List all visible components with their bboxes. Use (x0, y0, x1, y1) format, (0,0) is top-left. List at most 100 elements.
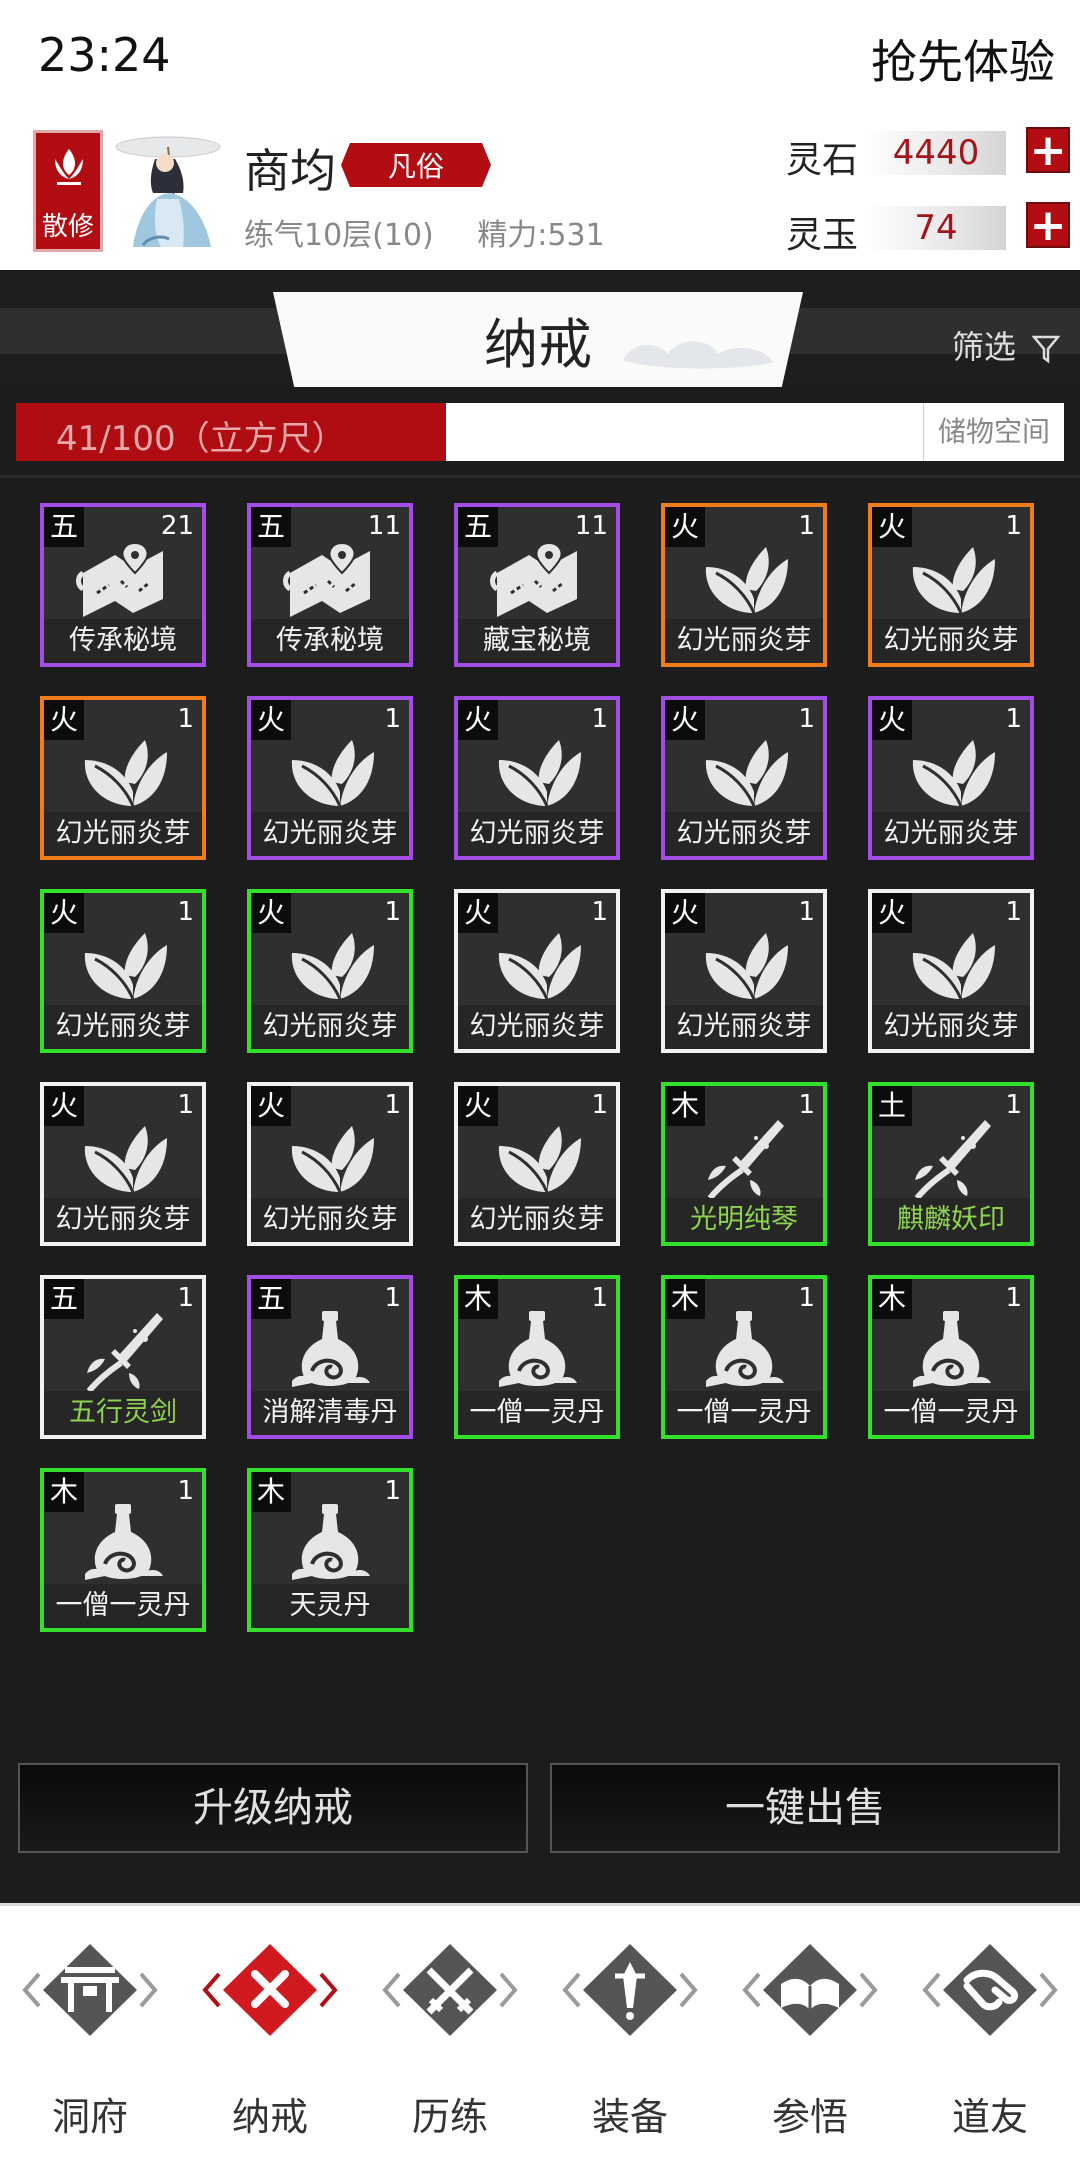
leaf-icon (75, 730, 171, 814)
item-quantity: 1 (384, 1090, 401, 1120)
inventory-item[interactable]: 五 1 消解清毒丹 (247, 1275, 413, 1439)
leaf-icon (489, 1116, 585, 1200)
item-quantity: 1 (1005, 1090, 1022, 1120)
item-name: 幻光丽炎芽 (251, 1005, 409, 1049)
scroll-map-icon (489, 537, 585, 621)
inventory-item[interactable]: 木 1 一僧一灵丹 (40, 1468, 206, 1632)
item-quantity: 1 (798, 897, 815, 927)
sell-all-button[interactable]: 一键出售 (550, 1763, 1060, 1853)
upgrade-ring-button[interactable]: 升级纳戒 (18, 1763, 528, 1853)
bottom-nav: 洞府 纳戒 历练 装备 参悟 道友 (0, 1903, 1080, 2163)
leaf-icon (696, 730, 792, 814)
inventory-item[interactable]: 火 1 幻光丽炎芽 (661, 889, 827, 1053)
item-quantity: 1 (798, 1283, 815, 1313)
nav-label: 纳戒 (231, 2095, 308, 2139)
leaf-icon (903, 537, 999, 621)
inventory-grid: 五 21 传承秘境五 11 传承秘境五 11 藏宝秘境火 1 幻光丽炎芽火 1 幻光丽炎芽火 1 幻光丽… (0, 0, 1080, 1700)
inventory-item[interactable]: 五 21 传承秘境 (40, 503, 206, 667)
inventory-item[interactable]: 火 1 幻光丽炎芽 (868, 889, 1034, 1053)
inventory-item[interactable]: 木 1 一僧一灵丹 (661, 1275, 827, 1439)
inventory-item[interactable]: 火 1 幻光丽炎芽 (454, 1082, 620, 1246)
gate-icon (22, 1944, 158, 2036)
item-name: 一僧一灵丹 (44, 1584, 202, 1628)
item-quantity: 1 (384, 704, 401, 734)
inventory-item[interactable]: 木 1 光明纯琴 (661, 1082, 827, 1246)
item-name: 幻光丽炎芽 (458, 1005, 616, 1049)
inventory-item[interactable]: 火 1 幻光丽炎芽 (247, 889, 413, 1053)
inventory-item[interactable]: 火 1 幻光丽炎芽 (247, 1082, 413, 1246)
inventory-item[interactable]: 火 1 幻光丽炎芽 (40, 1082, 206, 1246)
nav-item[interactable]: 洞府 (0, 1906, 180, 2163)
item-quantity: 1 (177, 1283, 194, 1313)
item-quantity: 1 (591, 1283, 608, 1313)
item-name: 天灵丹 (251, 1584, 409, 1628)
nav-label: 装备 (591, 2095, 668, 2139)
item-quantity: 1 (384, 1283, 401, 1313)
item-name: 五行灵剑 (44, 1391, 202, 1435)
inventory-item[interactable]: 火 1 幻光丽炎芽 (454, 889, 620, 1053)
nav-item[interactable]: 参悟 (720, 1906, 900, 2163)
nav-item[interactable]: 历练 (360, 1906, 540, 2163)
leaf-icon (489, 923, 585, 1007)
crossed-swords-icon (382, 1944, 518, 2036)
artifact-icon (75, 1309, 171, 1393)
item-quantity: 1 (1005, 897, 1022, 927)
inventory-item[interactable]: 木 1 天灵丹 (247, 1468, 413, 1632)
item-name: 幻光丽炎芽 (44, 1198, 202, 1242)
item-name: 消解清毒丹 (251, 1391, 409, 1435)
open-book-icon (742, 1944, 878, 2036)
item-name: 幻光丽炎芽 (44, 1005, 202, 1049)
item-quantity: 1 (798, 1090, 815, 1120)
item-name: 幻光丽炎芽 (458, 1198, 616, 1242)
item-quantity: 1 (177, 897, 194, 927)
dagger-icon (562, 1944, 698, 2036)
item-quantity: 1 (1005, 704, 1022, 734)
inventory-item[interactable]: 火 1 幻光丽炎芽 (454, 696, 620, 860)
item-quantity: 1 (591, 897, 608, 927)
inventory-item[interactable]: 火 1 幻光丽炎芽 (247, 696, 413, 860)
nav-label: 历练 (411, 2095, 488, 2139)
gourd-icon (903, 1309, 999, 1393)
nav-item[interactable]: 道友 (900, 1906, 1080, 2163)
nav-item[interactable]: 装备 (540, 1906, 720, 2163)
leaf-icon (696, 537, 792, 621)
close-x-icon (202, 1944, 338, 2036)
inventory-item[interactable]: 火 1 幻光丽炎芽 (40, 696, 206, 860)
inventory-item[interactable]: 火 1 幻光丽炎芽 (868, 696, 1034, 860)
inventory-item[interactable]: 火 1 幻光丽炎芽 (661, 503, 827, 667)
nav-label: 洞府 (51, 2095, 128, 2139)
item-quantity: 1 (591, 704, 608, 734)
item-name: 幻光丽炎芽 (872, 1005, 1030, 1049)
item-name: 幻光丽炎芽 (665, 1005, 823, 1049)
item-quantity: 1 (1005, 511, 1022, 541)
item-name: 麒麟妖印 (872, 1198, 1030, 1242)
inventory-item[interactable]: 火 1 幻光丽炎芽 (868, 503, 1034, 667)
leaf-icon (75, 923, 171, 1007)
inventory-item[interactable]: 木 1 一僧一灵丹 (868, 1275, 1034, 1439)
inventory-item[interactable]: 木 1 一僧一灵丹 (454, 1275, 620, 1439)
inventory-item[interactable]: 五 1 五行灵剑 (40, 1275, 206, 1439)
nav-item[interactable]: 纳戒 (180, 1906, 360, 2163)
gourd-icon (75, 1502, 171, 1586)
inventory-item[interactable]: 火 1 幻光丽炎芽 (661, 696, 827, 860)
artifact-icon (903, 1116, 999, 1200)
item-name: 幻光丽炎芽 (251, 812, 409, 856)
item-name: 幻光丽炎芽 (665, 619, 823, 663)
item-quantity: 1 (798, 511, 815, 541)
inventory-item[interactable]: 土 1 麒麟妖印 (868, 1082, 1034, 1246)
item-name: 幻光丽炎芽 (872, 619, 1030, 663)
inventory-item[interactable]: 五 11 藏宝秘境 (454, 503, 620, 667)
leaf-icon (282, 730, 378, 814)
item-quantity: 1 (1005, 1283, 1022, 1313)
nav-label: 参悟 (771, 2095, 848, 2139)
item-name: 一僧一灵丹 (872, 1391, 1030, 1435)
inventory-item[interactable]: 五 11 传承秘境 (247, 503, 413, 667)
item-quantity: 1 (384, 1476, 401, 1506)
item-quantity: 1 (177, 1090, 194, 1120)
leaf-icon (696, 923, 792, 1007)
inventory-item[interactable]: 火 1 幻光丽炎芽 (40, 889, 206, 1053)
item-name: 传承秘境 (251, 619, 409, 663)
leaf-icon (282, 923, 378, 1007)
item-name: 幻光丽炎芽 (251, 1198, 409, 1242)
gourd-icon (282, 1309, 378, 1393)
